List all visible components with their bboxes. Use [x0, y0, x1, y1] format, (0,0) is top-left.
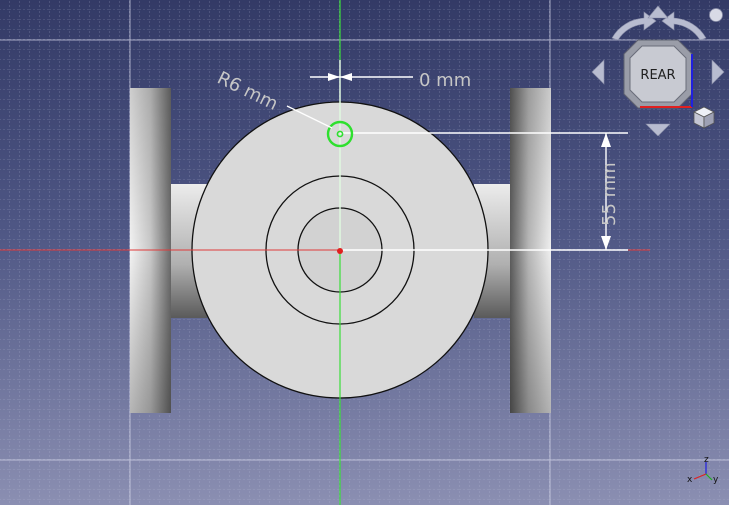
- y-axis-line: [705, 473, 713, 481]
- arrow-up-icon[interactable]: [647, 5, 669, 19]
- navigation-cube[interactable]: REAR: [590, 4, 729, 136]
- cube-face-label: REAR: [640, 68, 675, 83]
- axis-indicator: z x y: [687, 455, 719, 485]
- sketch-origin-point[interactable]: [337, 248, 343, 254]
- x-axis-label: x: [687, 475, 693, 485]
- arrow-right-icon[interactable]: [711, 59, 725, 85]
- view-menu-cube-icon[interactable]: [693, 106, 715, 129]
- rotate-right-arrow-icon[interactable]: [661, 11, 707, 41]
- arrow-down-icon[interactable]: [645, 123, 671, 136]
- 3d-viewport[interactable]: 0 mm R6 mm 55 mm REAR z x y: [0, 0, 729, 505]
- z-axis-label: z: [704, 455, 709, 465]
- y-axis-label: y: [713, 475, 719, 485]
- horizontal-dimension-label[interactable]: 0 mm: [419, 70, 471, 91]
- x-axis-line: [693, 473, 707, 480]
- menu-dot-icon[interactable]: [709, 8, 723, 22]
- vertical-dimension-label[interactable]: 55 mm: [599, 162, 620, 226]
- arrow-left-icon[interactable]: [591, 59, 605, 85]
